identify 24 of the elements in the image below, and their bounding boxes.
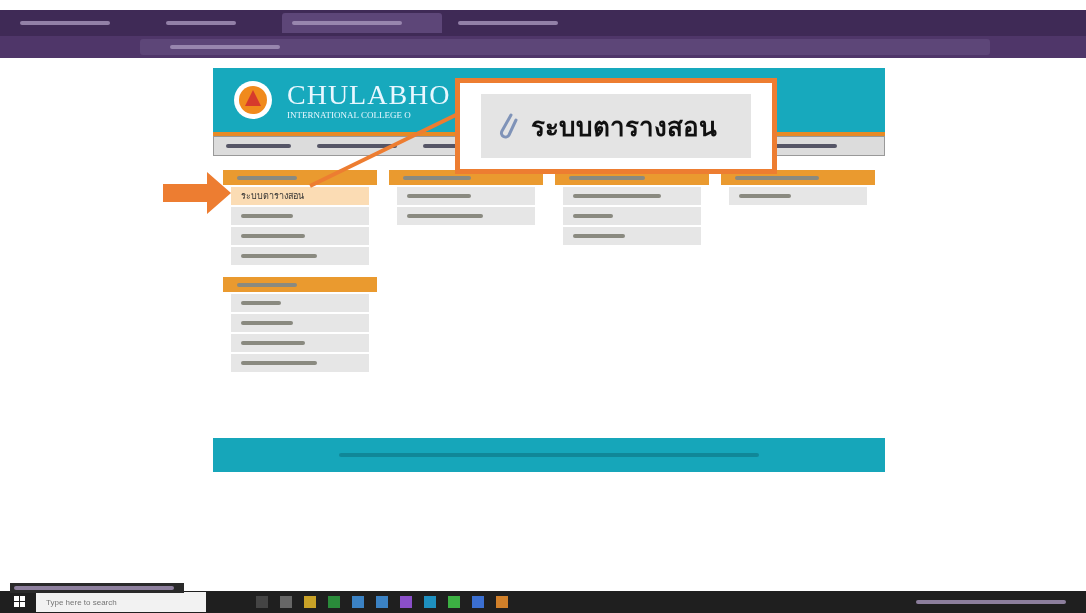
menu-item[interactable] — [563, 187, 701, 205]
menu-item[interactable] — [231, 314, 369, 332]
address-bar[interactable] — [140, 39, 990, 55]
browser-tab[interactable] — [282, 13, 442, 33]
menu-item[interactable] — [729, 187, 867, 205]
menu-item[interactable] — [231, 334, 369, 352]
menu-item[interactable] — [231, 207, 369, 225]
menu-item[interactable] — [397, 187, 535, 205]
menu-item[interactable]: ระบบตารางสอน — [231, 187, 369, 205]
taskbar-search-field[interactable]: Type here to search — [36, 592, 206, 612]
college-name: CHULABHO — [287, 80, 451, 110]
menu-item[interactable] — [231, 227, 369, 245]
menu-item[interactable] — [231, 247, 369, 265]
menu-item[interactable] — [231, 354, 369, 372]
menu-item[interactable] — [397, 207, 535, 225]
paperclip-icon — [497, 111, 519, 141]
arrow-icon — [163, 172, 231, 214]
menu-item[interactable] — [563, 227, 701, 245]
windows-start-icon[interactable] — [14, 596, 26, 608]
menu-item[interactable] — [231, 294, 369, 312]
menu-item[interactable] — [563, 207, 701, 225]
college-subtitle: INTERNATIONAL COLLEGE O — [287, 110, 412, 120]
logo-icon — [233, 80, 273, 120]
callout-text: ระบบตารางสอน — [531, 110, 717, 144]
